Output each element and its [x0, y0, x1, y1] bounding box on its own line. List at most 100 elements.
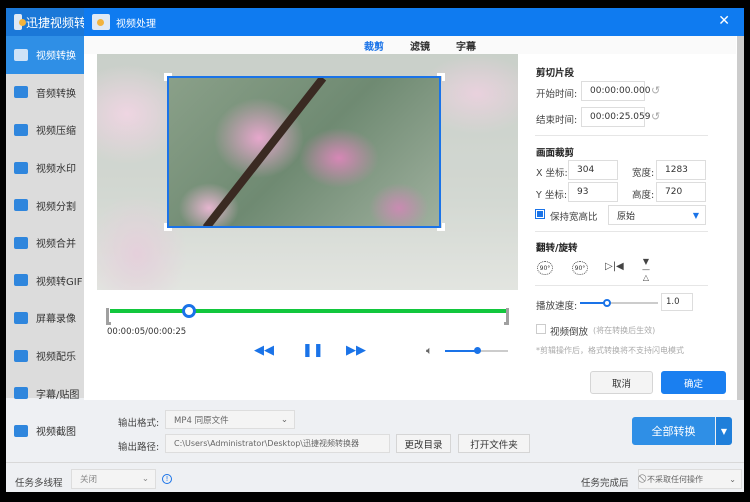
trim-end-handle[interactable] — [504, 308, 509, 325]
convert-options-dropdown[interactable]: ▼ — [716, 417, 732, 445]
crop-handle[interactable] — [164, 223, 172, 231]
speed-input[interactable]: 1.0 — [661, 293, 693, 311]
chevron-down-icon: ⌄ — [141, 474, 149, 484]
info-icon[interactable]: ! — [162, 474, 172, 484]
fast-forward-icon[interactable]: ▶▶ — [346, 343, 366, 358]
cancel-button[interactable]: 取消 — [590, 371, 653, 394]
dialog-title: 视频处理 — [116, 18, 156, 30]
output-format-label: 输出格式: — [118, 418, 160, 429]
sidebar-item-label: 视频截图 — [36, 427, 76, 439]
note-text: *剪辑操作后，格式转换将不支持闪电模式 — [536, 346, 684, 355]
time-readout: 00:00:05/00:00:25 — [107, 327, 187, 337]
sidebar-item[interactable]: 视频转GIF — [6, 262, 84, 300]
dialog-tabs: 裁剪 滤镜 字幕 — [84, 36, 736, 54]
ok-button[interactable]: 确定 — [661, 371, 726, 394]
change-dir-button[interactable]: 更改目录 — [396, 434, 451, 453]
width-input[interactable]: 1283 — [656, 160, 706, 180]
app-logo-icon — [14, 14, 26, 30]
sidebar: 视频转换音频转换视频压缩视频水印视频分割视频合并视频转GIF 屏幕录像视频配乐字幕… — [6, 36, 84, 438]
rewind-icon[interactable]: ◀◀ — [254, 343, 274, 358]
rotate-cw-icon[interactable]: 90° — [537, 261, 553, 275]
crop-section-title: 画面裁剪 — [536, 148, 575, 159]
tab-subtitle[interactable]: 字幕 — [456, 38, 476, 54]
pause-icon[interactable]: ❚❚ — [302, 343, 324, 358]
volume-fill — [445, 350, 477, 352]
chevron-down-icon: ⌄ — [729, 474, 736, 484]
trim-start-handle[interactable] — [106, 308, 111, 325]
ratio-select[interactable]: 原始 ▼ — [608, 205, 706, 225]
y-input[interactable]: 93 — [568, 182, 618, 202]
sidebar-item[interactable]: 字幕/贴图 — [6, 374, 84, 412]
crop-handle[interactable] — [437, 223, 445, 231]
scrollbar[interactable] — [737, 36, 744, 400]
sidebar-item-label: 视频合并 — [36, 239, 76, 251]
height-input[interactable]: 720 — [656, 182, 706, 202]
sidebar-item[interactable]: 视频截图 — [6, 412, 84, 450]
threads-value: 关闭 — [80, 475, 98, 485]
divider — [535, 231, 708, 232]
output-path-label: 输出路径: — [118, 442, 160, 453]
music-icon — [14, 349, 28, 362]
volume-icon[interactable]: 🔈︎ — [426, 344, 433, 358]
rotate-section-title: 翻转/旋转 — [536, 243, 578, 254]
open-folder-button[interactable]: 打开文件夹 — [458, 434, 530, 453]
dialog-logo-icon — [92, 14, 110, 30]
after-task-value: 不采取任何操作 — [647, 474, 703, 484]
sidebar-item[interactable]: 屏幕录像 — [6, 299, 84, 337]
speed-knob[interactable] — [603, 299, 611, 307]
sidebar-item-label: 视频分割 — [36, 201, 76, 213]
rotate-ccw-icon[interactable]: 90° — [572, 261, 588, 275]
end-time-label: 结束时间: — [536, 115, 578, 126]
sidebar-item-label: 视频水印 — [36, 164, 76, 176]
sidebar-item[interactable]: 视频转换 — [6, 36, 84, 74]
crop-selection[interactable] — [167, 76, 441, 228]
reverse-checkbox[interactable] — [536, 324, 546, 334]
convert-all-button[interactable]: 全部转换 — [632, 417, 715, 445]
sidebar-item[interactable]: 视频分割 — [6, 186, 84, 224]
reset-time-icon[interactable]: ↺ — [651, 110, 660, 123]
tab-filter[interactable]: 滤镜 — [410, 38, 430, 54]
start-time-input[interactable]: 00:00:00.000 — [581, 81, 650, 101]
sidebar-item-label: 音频转换 — [36, 88, 76, 100]
sidebar-item[interactable]: 视频压缩 — [6, 111, 84, 149]
crop-handle[interactable] — [437, 73, 445, 81]
reverse-hint: (将在转换后生效) — [593, 326, 656, 335]
sidebar-item[interactable]: 视频水印 — [6, 149, 84, 187]
output-path-input[interactable]: C:\Users\Administrator\Desktop\迅捷视频转换器 — [165, 434, 390, 453]
reverse-label: 视频倒放 — [550, 327, 589, 338]
keep-ratio-checkbox[interactable] — [535, 209, 545, 219]
after-task-label: 任务完成后 — [581, 478, 629, 489]
crop-handle[interactable] — [164, 73, 172, 81]
ratio-value: 原始 — [617, 211, 636, 222]
after-task-select[interactable]: ⃠不采取任何操作⌄ — [638, 469, 742, 489]
width-label: 宽度: — [632, 168, 655, 179]
sidebar-item-label: 视频压缩 — [36, 126, 76, 138]
chevron-down-icon: ▼ — [720, 426, 728, 436]
compress-icon — [14, 123, 28, 136]
dialog-title-bar: 视频处理 — [84, 8, 744, 36]
output-format-select[interactable]: MP4 同原文件 ⌄ — [165, 410, 295, 429]
tab-crop[interactable]: 裁剪 — [364, 38, 384, 54]
flip-horizontal-icon[interactable]: ▷|◀ — [605, 261, 624, 272]
video-convert-icon — [14, 48, 28, 61]
record-icon — [14, 311, 28, 324]
reset-time-icon[interactable]: ↺ — [651, 84, 660, 97]
sidebar-item[interactable]: 音频转换 — [6, 74, 84, 112]
close-icon[interactable]: ✕ — [718, 14, 730, 28]
divider — [535, 285, 708, 286]
x-label: X 坐标: — [536, 168, 568, 179]
chevron-down-icon: ⌄ — [280, 414, 288, 425]
sidebar-item-label: 视频配乐 — [36, 352, 76, 364]
flip-vertical-icon[interactable]: ▼ — △ — [642, 258, 650, 282]
divider — [6, 462, 744, 463]
end-time-input[interactable]: 00:00:25.059 — [581, 107, 650, 127]
gif-icon — [14, 274, 28, 287]
sidebar-item[interactable]: 视频配乐 — [6, 337, 84, 375]
sidebar-item-label: 屏幕录像 — [36, 314, 76, 326]
threads-select[interactable]: 关闭 ⌄ — [71, 469, 156, 489]
timeline-track[interactable] — [110, 309, 506, 313]
volume-knob[interactable] — [473, 347, 481, 354]
sidebar-item[interactable]: 视频合并 — [6, 224, 84, 262]
screenshot-icon — [14, 424, 28, 437]
x-input[interactable]: 304 — [568, 160, 618, 180]
